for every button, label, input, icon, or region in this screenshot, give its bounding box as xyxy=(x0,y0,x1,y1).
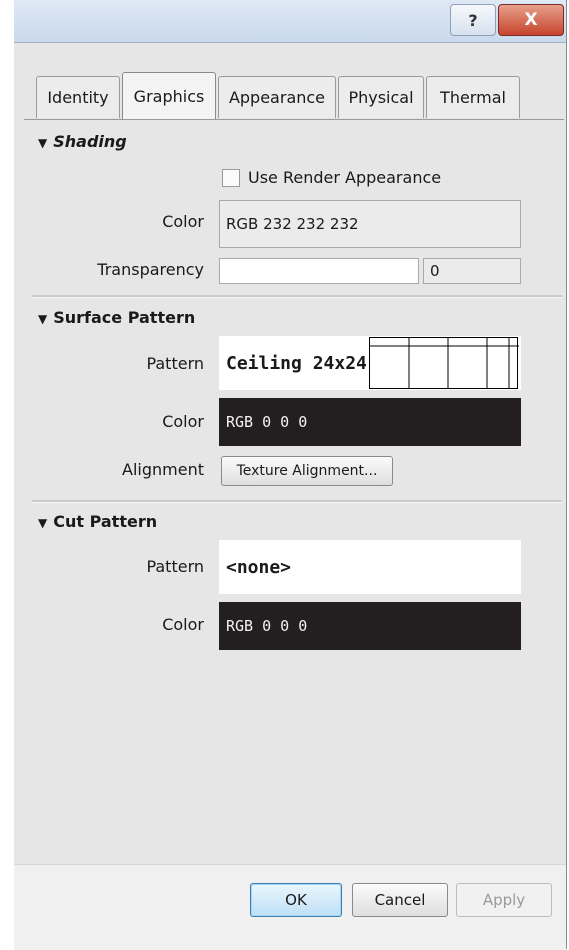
transparency-label: Transparency xyxy=(97,260,204,279)
transparency-input[interactable]: 0 xyxy=(423,258,521,284)
alignment-label: Alignment xyxy=(122,460,204,479)
cut-pattern-label: Pattern xyxy=(146,557,204,576)
tab-identity[interactable]: Identity xyxy=(36,76,120,118)
transparency-slider[interactable] xyxy=(219,258,419,284)
cut-color-label: Color xyxy=(162,615,204,634)
collapse-arrow-icon: ▼ xyxy=(38,136,48,150)
cut-pattern-title: Cut Pattern xyxy=(53,512,158,531)
tab-physical[interactable]: Physical xyxy=(338,76,424,118)
texture-alignment-button[interactable]: Texture Alignment... xyxy=(221,456,393,486)
surface-pattern-title: Surface Pattern xyxy=(53,308,196,327)
use-render-appearance-label: Use Render Appearance xyxy=(248,168,442,187)
shading-section-header[interactable]: ▼ Shading xyxy=(38,132,127,151)
collapse-arrow-icon: ▼ xyxy=(38,516,48,530)
cancel-button[interactable]: Cancel xyxy=(352,883,448,917)
apply-button[interactable]: Apply xyxy=(456,883,552,917)
shading-color-value: RGB 232 232 232 xyxy=(226,215,359,233)
ok-button[interactable]: OK xyxy=(250,883,342,917)
shading-color-label: Color xyxy=(162,212,204,231)
cut-pattern-section-header[interactable]: ▼ Cut Pattern xyxy=(38,512,157,531)
surface-pattern-section-header[interactable]: ▼ Surface Pattern xyxy=(38,308,195,327)
surface-color-label: Color xyxy=(162,412,204,431)
collapse-arrow-icon: ▼ xyxy=(38,312,48,326)
shading-color-field[interactable]: RGB 232 232 232 xyxy=(219,200,521,248)
ceiling-grid-pattern-swatch xyxy=(369,337,519,389)
tab-divider xyxy=(24,119,564,120)
cut-color-field[interactable]: RGB 0 0 0 xyxy=(219,602,521,650)
title-bar: ? X xyxy=(14,0,566,43)
tab-thermal[interactable]: Thermal xyxy=(426,76,520,118)
help-button[interactable]: ? xyxy=(450,4,496,36)
surface-pattern-label: Pattern xyxy=(146,354,204,373)
cut-pattern-field[interactable]: <none> xyxy=(219,540,521,594)
shading-title: Shading xyxy=(53,132,127,151)
cut-pattern-value: <none> xyxy=(226,556,292,578)
close-button[interactable]: X xyxy=(498,4,564,36)
tab-appearance[interactable]: Appearance xyxy=(218,76,336,118)
surface-pattern-value: Ceiling 24x24 xyxy=(226,352,367,374)
transparency-value: 0 xyxy=(430,262,440,280)
tab-graphics[interactable]: Graphics xyxy=(122,72,216,120)
properties-dialog: ? X Identity Graphics Appearance Physica… xyxy=(14,0,567,950)
dialog-footer: OK Cancel Apply xyxy=(14,864,566,950)
surface-pattern-field[interactable]: Ceiling 24x24 xyxy=(219,336,521,390)
use-render-appearance-checkbox[interactable] xyxy=(222,169,240,187)
section-separator xyxy=(32,295,562,298)
surface-color-field[interactable]: RGB 0 0 0 xyxy=(219,398,521,446)
section-separator xyxy=(32,500,562,503)
cut-color-value: RGB 0 0 0 xyxy=(226,617,308,635)
surface-color-value: RGB 0 0 0 xyxy=(226,413,308,431)
